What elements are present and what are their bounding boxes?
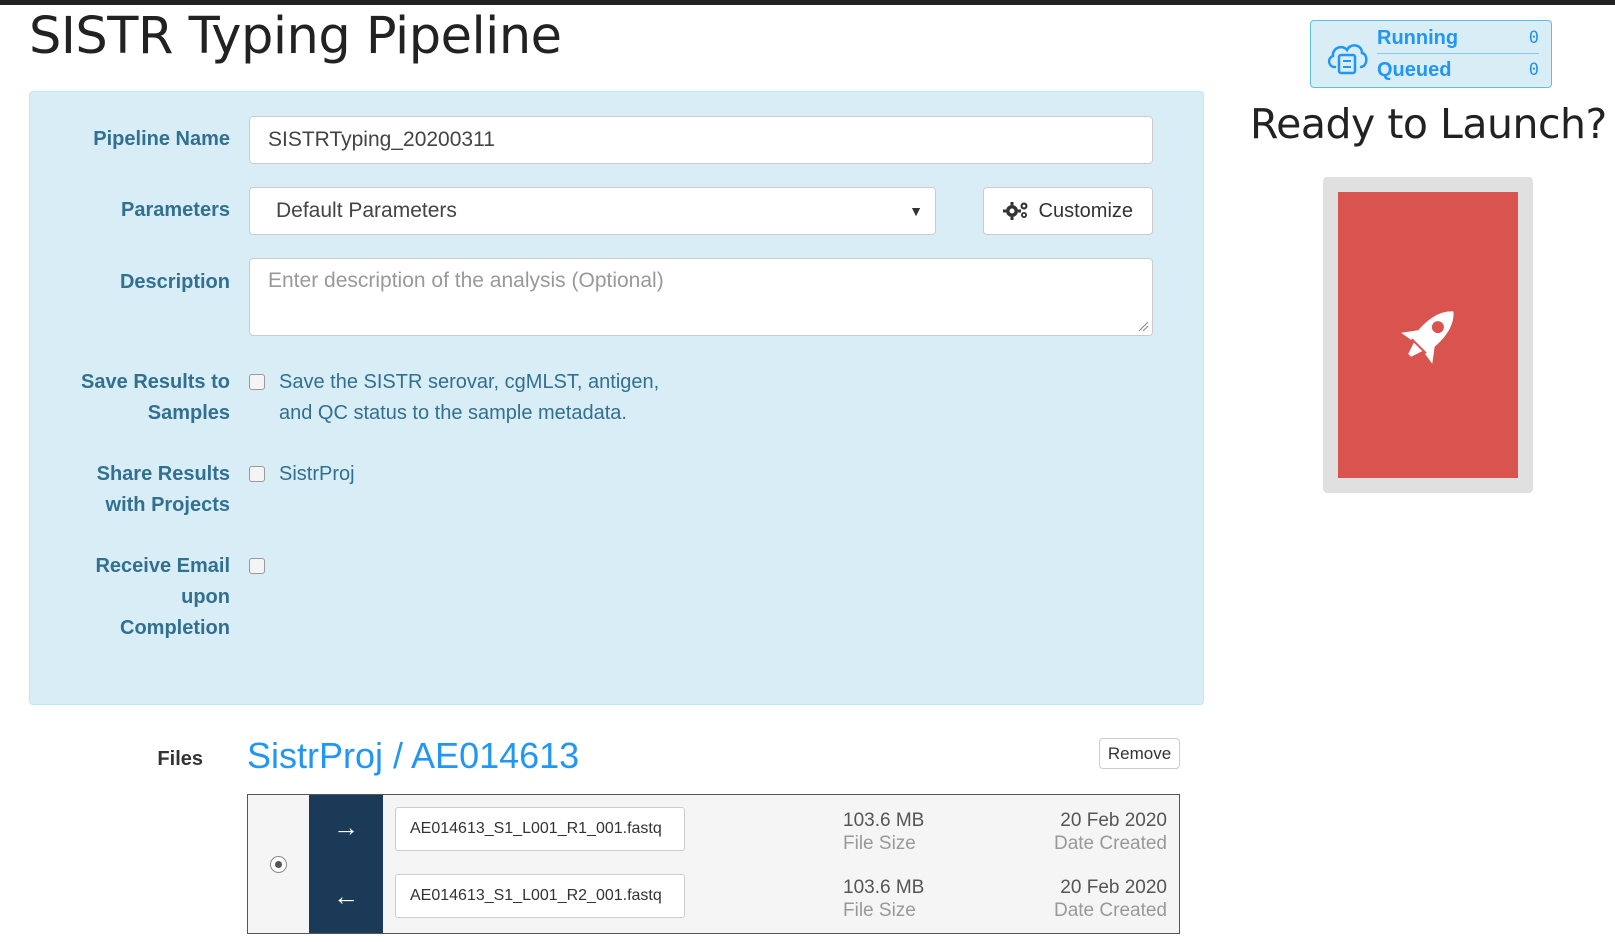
file-row-reverse: AE014613_S1_L001_R2_001.fastq 103.6 MB F… [383,862,1179,931]
email-checkbox[interactable] [249,558,265,574]
share-project-name: SistrProj [279,463,355,485]
save-results-text-line2: and QC status to the sample metadata. [279,402,627,424]
save-results-checkbox[interactable] [249,374,265,390]
description-label: Description [119,271,230,293]
share-project-checkbox[interactable] [249,466,265,482]
status-queued: Queued 0 [1377,55,1539,86]
sample-link[interactable]: SistrProj / AE014613 [247,735,579,777]
remove-sample-button[interactable]: Remove [1099,738,1180,769]
status-queued-count: 0 [1528,60,1539,80]
save-results-text-line1: Save the SISTR serovar, cgMLST, antigen, [279,371,660,393]
status-running-label: Running [1377,27,1459,49]
parameters-label: Parameters [121,199,230,221]
analysis-status-box[interactable]: Running 0 Queued 0 [1310,20,1552,88]
email-label: Receive Email upon Completion [30,551,230,644]
description-placeholder: Enter description of the analysis (Optio… [268,269,664,292]
share-results-label-line1: Share Results [96,463,230,485]
gears-icon [1002,191,1029,237]
file-pair-table: → ← AE014613_S1_L001_R1_001.fastq 103.6 … [247,794,1180,934]
status-queued-label: Queued [1377,59,1452,81]
email-label-line2: upon [181,586,230,608]
file-rows: AE014613_S1_L001_R1_001.fastq 103.6 MB F… [383,795,1179,933]
file-pair-radio[interactable] [270,856,287,873]
resize-grip-icon[interactable] [1137,320,1149,332]
file-size-value: 103.6 MB [843,877,925,898]
file-size: 103.6 MB File Size [843,876,924,922]
file-size: 103.6 MB File Size [843,809,924,855]
file-date-caption: Date Created [1053,833,1167,854]
save-results-text: Save the SISTR serovar, cgMLST, antigen,… [279,367,659,429]
launch-button[interactable] [1338,192,1518,478]
share-results-label-line2: with Projects [105,494,230,516]
parameters-selected-value: Default Parameters [276,199,457,222]
file-date: 20 Feb 2020 Date Created [1054,809,1167,855]
email-label-line3: Completion [120,617,230,639]
status-running: Running 0 [1377,23,1539,54]
email-label-line1: Receive Email [95,555,230,577]
cloud-server-icon [1325,37,1369,75]
file-row-forward: AE014613_S1_L001_R1_001.fastq 103.6 MB F… [383,795,1179,864]
chevron-down-icon: ▼ [909,203,923,219]
pipeline-name-label: Pipeline Name [93,128,230,150]
parameters-select[interactable]: Default Parameters ▼ [249,187,936,235]
direction-column: → ← [309,795,383,933]
file-size-caption: File Size [843,900,916,921]
pipeline-form-panel: Pipeline Name SISTRTyping_20200311 Param… [29,91,1204,705]
filename-box[interactable]: AE014613_S1_L001_R2_001.fastq [395,874,685,918]
file-date-caption: Date Created [1053,900,1167,921]
arrow-right-icon: → [333,812,359,842]
arrow-left-icon: ← [333,881,359,911]
customize-label: Customize [1038,200,1134,222]
top-bar [0,0,1615,5]
filename-box[interactable]: AE014613_S1_L001_R1_001.fastq [395,807,685,851]
launch-container [1323,177,1533,493]
pipeline-name-input[interactable]: SISTRTyping_20200311 [249,116,1153,164]
save-results-label-line1: Save Results to [81,371,230,393]
share-results-label: Share Results with Projects [30,459,230,521]
file-date-value: 20 Feb 2020 [1060,810,1167,831]
file-date-value: 20 Feb 2020 [1060,877,1167,898]
file-size-value: 103.6 MB [843,810,925,831]
page-title: SISTR Typing Pipeline [29,7,562,66]
file-date: 20 Feb 2020 Date Created [1054,876,1167,922]
customize-button[interactable]: Customize [983,187,1153,235]
status-running-count: 0 [1528,28,1539,48]
description-textarea[interactable]: Enter description of the analysis (Optio… [249,258,1153,336]
rocket-icon [1388,297,1468,380]
launch-title: Ready to Launch? [1250,100,1607,148]
radio-cell [248,795,309,933]
save-results-label-line2: Samples [147,402,230,424]
save-results-label: Save Results to Samples [30,367,230,429]
file-size-caption: File Size [843,833,916,854]
files-label: Files [157,748,203,770]
